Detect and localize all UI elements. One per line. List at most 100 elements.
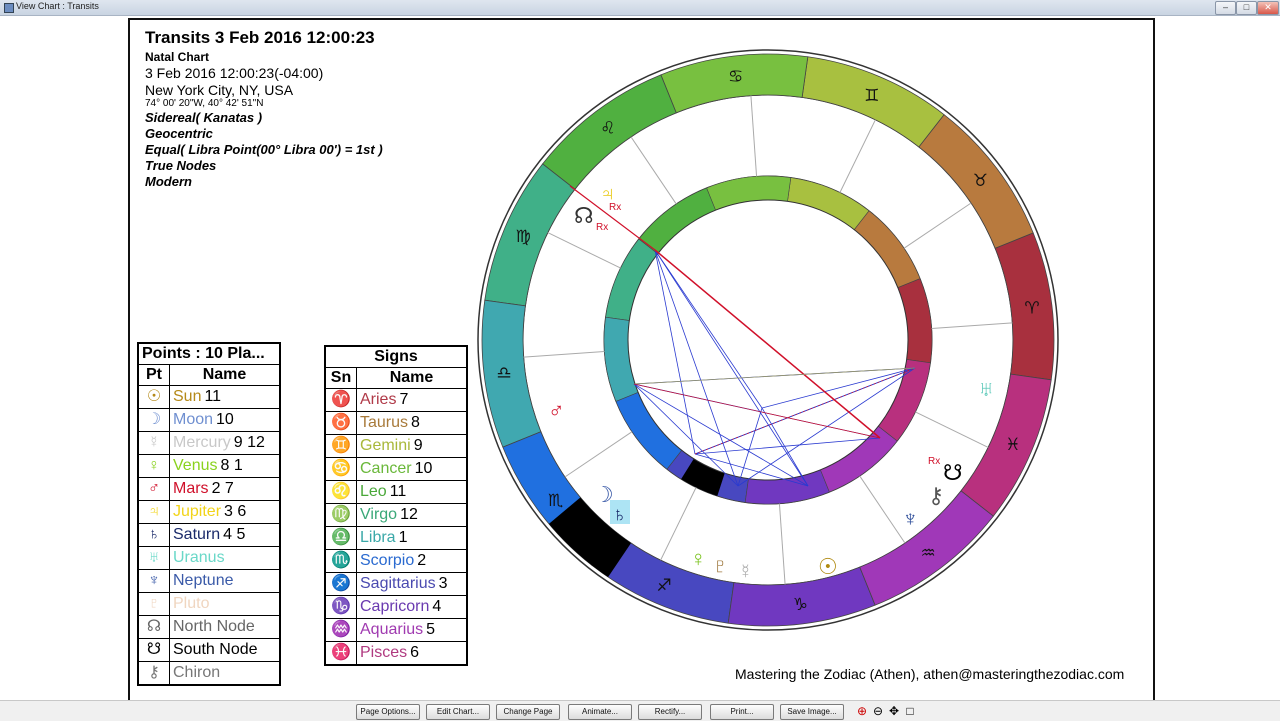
points_table-row-name: Saturn (173, 526, 221, 543)
save-image-button[interactable]: Save Image... (780, 704, 844, 720)
signs_table-row: ♒ Aquarius 5 (324, 618, 468, 642)
south-node-transit-icon: ☋ (943, 460, 963, 485)
print-button[interactable]: Print... (710, 704, 774, 720)
signs_table-row-number: 12 (400, 506, 418, 523)
window-title-bar: View Chart : Transits – □ ✕ (0, 0, 1280, 16)
retrograde-mark: Rx (928, 456, 940, 467)
zodiac-sign-icon: ♍ (516, 227, 531, 247)
chart-header: Transits 3 Feb 2016 12:00:23 Natal Chart… (145, 28, 383, 189)
signs_table-row: ♋ Cancer 10 (324, 457, 468, 481)
aquarius-icon: ♒ (324, 618, 357, 642)
points_table-row-name: Chiron (173, 664, 221, 681)
pluto-transit-icon: ♇ (712, 553, 729, 578)
points_table-row-number: 10 (216, 411, 234, 428)
signs-table-title: Signs (324, 345, 468, 368)
sun-icon: ☉ (137, 385, 170, 409)
points_table-row: ☋ South Node (137, 638, 281, 662)
points_table-row: ⚷ Chiron (137, 661, 281, 686)
signs_table-row: ♑ Capricorn 4 (324, 595, 468, 619)
signs-col-sn: Sn (324, 367, 357, 389)
neptune-transit-icon: ♆ (902, 506, 919, 531)
zodiac-sign-icon: ♒ (920, 543, 935, 563)
signs_table-row-number: 11 (389, 483, 407, 500)
signs_table-row-number: 10 (414, 460, 433, 477)
signs-table: Signs Sn Name ♈ Aries 7 ♉ Taurus 8 ♊ Gemini 9 ♋ Can… (324, 345, 468, 666)
points_table-row-number: 3 6 (224, 503, 247, 520)
venus-transit-icon: ♀ (690, 546, 707, 571)
chart-mode: Modern (145, 174, 192, 189)
sagittarius-icon: ♐ (324, 572, 357, 596)
points_table-row-name: Pluto (173, 595, 210, 612)
close-button[interactable]: ✕ (1257, 1, 1279, 15)
pluto-icon: ♇ (137, 592, 170, 616)
leo-icon: ♌ (324, 480, 357, 504)
signs_table-row: ♉ Taurus 8 (324, 411, 468, 435)
animate-button[interactable]: Animate... (568, 704, 632, 720)
maximize-button[interactable]: □ (1236, 1, 1257, 15)
signs_table-row-name: Pisces (360, 644, 408, 661)
points-table-title: Points : 10 Pla... (137, 342, 281, 365)
window-title: View Chart : Transits (16, 1, 99, 11)
signs_table-row-number: 1 (398, 529, 408, 546)
chart-center: Geocentric (145, 126, 213, 141)
points_table-row: ♀ Venus 8 1 (137, 454, 281, 478)
points_table-row: ♅ Uranus (137, 546, 281, 570)
points_table-row-name: Venus (173, 457, 218, 474)
signs_table-row-name: Aquarius (360, 621, 424, 638)
points_table-row-number: 9 12 (233, 434, 265, 451)
south-node-icon: ☋ (137, 638, 170, 662)
zodiac-sign-icon: ♋ (728, 67, 743, 87)
app-icon (4, 3, 14, 13)
points-table: Points : 10 Pla... Pt Name ☉ Sun 11 ☽ Moon 10 ☿… (137, 342, 281, 686)
signs_table-row-number: 3 (438, 575, 448, 592)
retrograde-mark: Rx (596, 222, 608, 233)
points_table-row-name: North Node (173, 618, 255, 635)
points_table-row: ♃ Jupiter 3 6 (137, 500, 281, 524)
credit-text: Mastering the Zodiac (Athen), athen@mast… (735, 666, 1125, 682)
points_table-row-name: South Node (173, 641, 258, 658)
signs_table-row: ♈ Aries 7 (324, 388, 468, 412)
aries-icon: ♈ (324, 388, 357, 412)
signs_table-row-name: Scorpio (360, 552, 415, 569)
points_table-row-name: Uranus (173, 549, 225, 566)
pan-icon[interactable]: ✥ (887, 704, 901, 718)
points_table-row: ♄ Saturn 4 5 (137, 523, 281, 547)
chart-datetime: 3 Feb 2016 12:00:23(-04:00) (145, 65, 324, 81)
minimize-button[interactable]: – (1215, 1, 1236, 15)
libra-icon: ♎ (324, 526, 357, 550)
pisces-icon: ♓ (324, 641, 357, 666)
points_table-row: ♆ Neptune (137, 569, 281, 593)
zodiac-sign-icon: ♏ (548, 491, 563, 511)
page-options-button[interactable]: Page Options... (356, 704, 420, 720)
points_table-row: ☉ Sun 11 (137, 385, 281, 409)
bottom-toolbar: Page Options... Edit Chart... Change Pag… (0, 700, 1280, 721)
mercury-icon: ☿ (137, 431, 170, 455)
points_table-row: ♂ Mars 2 7 (137, 477, 281, 501)
zodiac-sign-icon: ♑ (793, 595, 808, 615)
signs_table-row-name: Libra (360, 529, 396, 546)
signs_table-row-name: Virgo (360, 506, 398, 523)
zodiac-sign-icon: ♎ (496, 363, 511, 383)
points_table-row-name: Jupiter (173, 503, 222, 520)
zodiac-sign-icon: ♉ (973, 171, 988, 191)
zoom-in-icon[interactable]: ⊕ (855, 704, 869, 718)
fit-view-icon[interactable]: □ (903, 704, 917, 718)
chart-title: Transits 3 Feb 2016 12:00:23 (145, 28, 375, 47)
chart-coords: 74° 00' 20"W, 40° 42' 51"N (145, 98, 264, 109)
points_table-row: ☽ Moon 10 (137, 408, 281, 432)
chart-wheel: ♈♉♊♋♌♍♎♏♐♑♒♓ ♃ Rx ☊ Rx ♂ ☽ ♄ ♀ ♇ ☿ ☉ ♆ ⚷… (477, 49, 1059, 631)
points_table-row-name: Mars (173, 480, 209, 497)
points_table-row-number: 2 7 (211, 480, 234, 497)
signs_table-row: ♐ Sagittarius 3 (324, 572, 468, 596)
zodiac-sign-icon: ♓ (1005, 435, 1020, 455)
points_table-row-name: Mercury (173, 434, 231, 451)
sun-transit-icon: ☉ (818, 554, 838, 579)
retrograde-mark: Rx (609, 202, 621, 213)
rectify-button[interactable]: Rectify... (638, 704, 702, 720)
change-page-button[interactable]: Change Page (496, 704, 560, 720)
chart-zodiac: Sidereal( Kanatas ) (145, 110, 263, 125)
signs_table-row-name: Gemini (360, 437, 411, 454)
zoom-out-icon[interactable]: ⊖ (871, 704, 885, 718)
north-node-transit-icon: ☊ (574, 203, 594, 228)
edit-chart-button[interactable]: Edit Chart... (426, 704, 490, 720)
